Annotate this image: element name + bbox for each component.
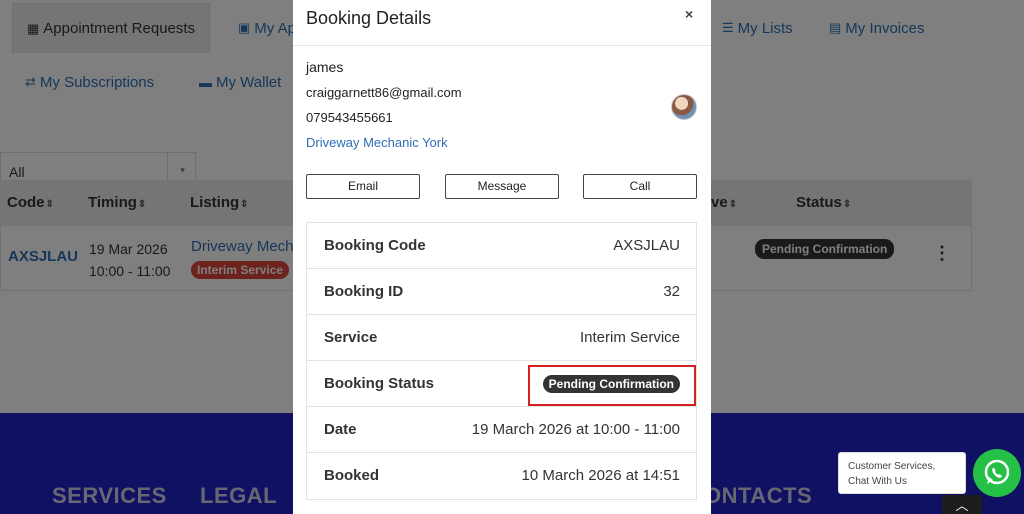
detail-row-booking-code: Booking Code AXSJLAU — [307, 223, 696, 269]
chat-prompt[interactable]: Customer Services, Chat With Us — [838, 452, 966, 494]
whatsapp-chat-button[interactable] — [973, 449, 1021, 497]
detail-row-booked: Booked 10 March 2026 at 14:51 — [324, 467, 680, 484]
customer-email: craiggarnett86@gmail.com — [306, 85, 462, 100]
detail-row-service: Service Interim Service — [307, 315, 696, 361]
listing-link[interactable]: Driveway Mechanic York — [306, 135, 448, 150]
scroll-to-top-button[interactable]: ︿ — [942, 495, 982, 514]
customer-name: james — [306, 59, 344, 75]
divider — [293, 45, 711, 46]
detail-row-booking-id: Booking ID 32 — [307, 269, 696, 315]
booking-details-table: Booking Code AXSJLAU Booking ID 32 Servi… — [306, 222, 697, 500]
booking-details-modal: Booking Details × james craiggarnett86@g… — [293, 0, 711, 514]
call-button[interactable]: Call — [583, 174, 697, 199]
avatar — [671, 94, 697, 120]
status-badge: Pending Confirmation — [542, 375, 680, 393]
modal-title: Booking Details — [306, 8, 432, 28]
whatsapp-icon — [984, 459, 1010, 485]
email-button[interactable]: Email — [306, 174, 420, 199]
detail-row-booking-status: Booking Status Pending Confirmation — [307, 361, 696, 407]
detail-row-date: Date 19 March 2026 at 10:00 - 11:00 — [307, 407, 696, 453]
chevron-up-icon: ︿ — [955, 498, 969, 513]
customer-phone: 079543455661 — [306, 110, 393, 125]
close-icon[interactable]: × — [685, 6, 693, 22]
message-button[interactable]: Message — [445, 174, 559, 199]
